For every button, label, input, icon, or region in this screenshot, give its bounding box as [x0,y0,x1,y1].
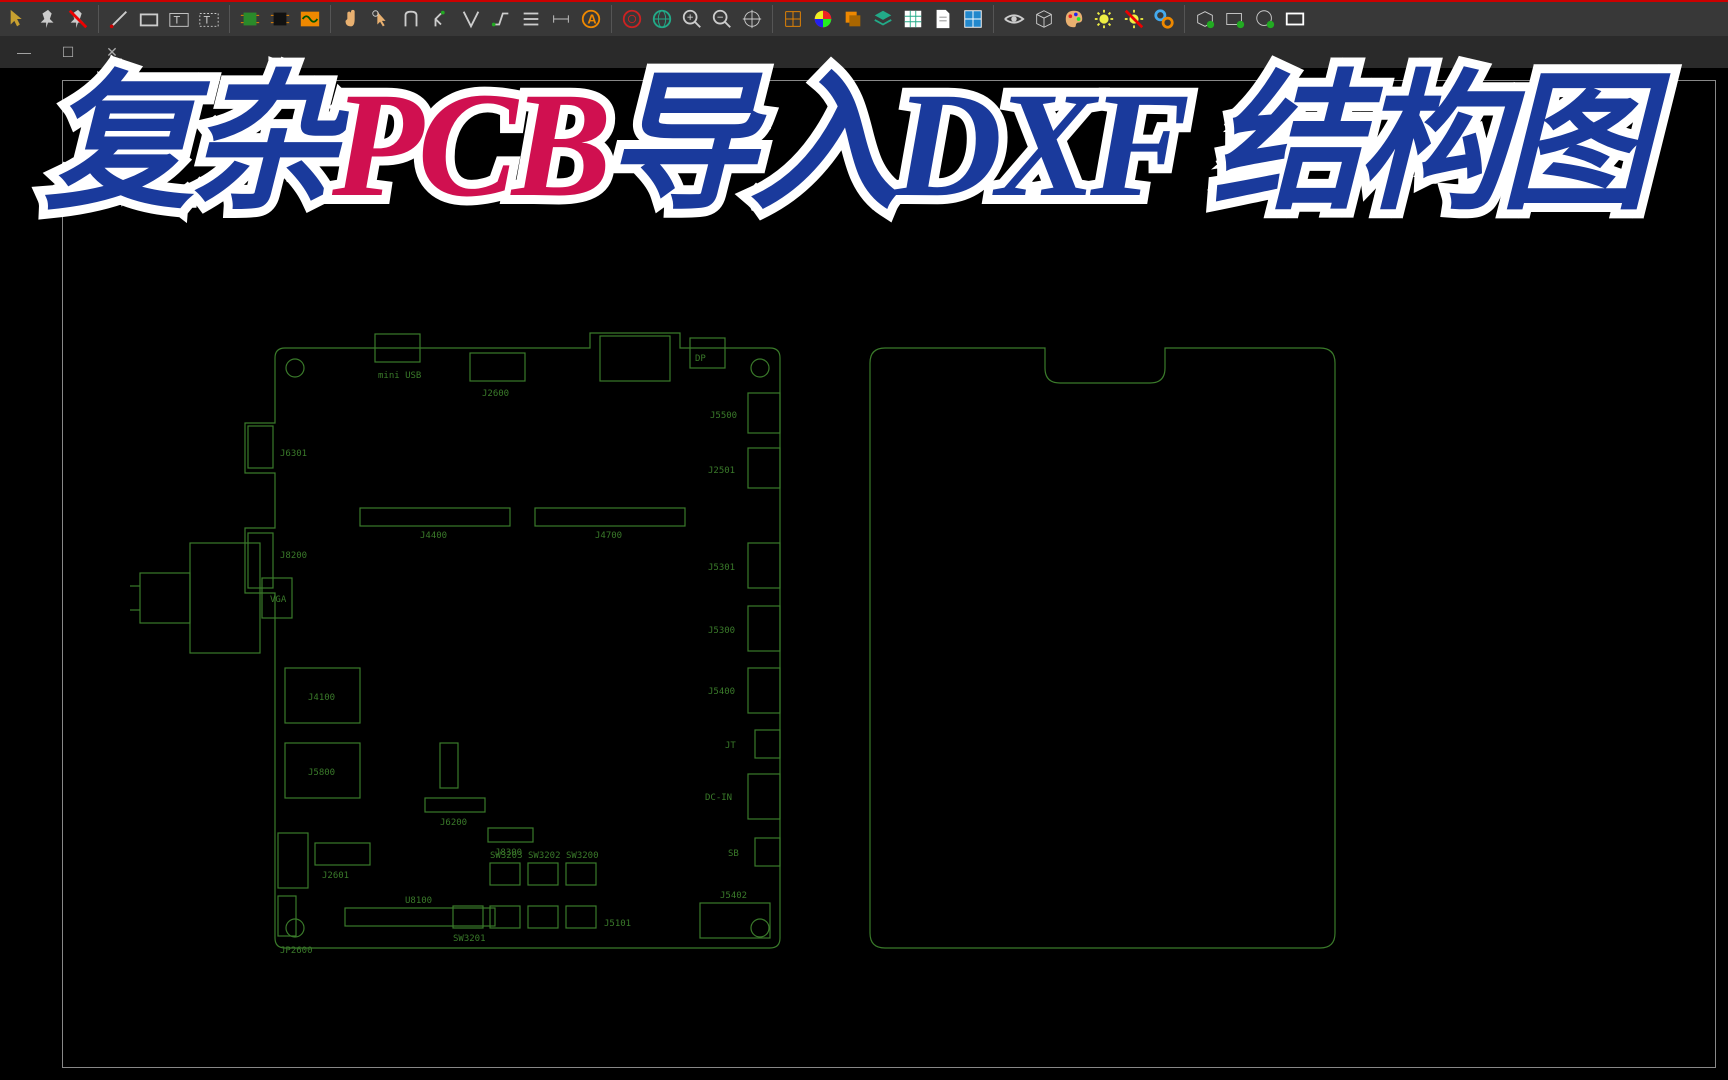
close-icon[interactable]: ✕ [100,40,124,64]
svg-text:DC-IN: DC-IN [705,793,732,803]
svg-text:SW3202: SW3202 [528,851,561,861]
title-part-2: PCB [332,70,606,220]
svg-text:J5301: J5301 [708,563,735,573]
layer-copy-icon[interactable] [839,5,867,33]
pointer-icon[interactable] [4,5,32,33]
title-overlay: 复杂 PCB 导入DXF 结构图 [44,70,1728,220]
svg-text:J5402: J5402 [720,891,747,901]
svg-text:J2600: J2600 [482,389,509,399]
svg-text:DP: DP [695,354,706,364]
wave-icon[interactable] [296,5,324,33]
svg-text:J5300: J5300 [708,626,735,636]
svg-text:SW3203: SW3203 [490,851,523,861]
svg-text:J5500: J5500 [710,411,737,421]
branch-icon[interactable] [427,5,455,33]
document-icon[interactable] [929,5,957,33]
svg-text:JP2600: JP2600 [280,946,313,956]
svg-text:J6200: J6200 [440,818,467,828]
svg-text:JT: JT [725,741,736,751]
svg-text:J5800: J5800 [308,768,335,778]
main-toolbar: T T A [0,0,1728,36]
minimize-icon[interactable]: — [12,40,36,64]
inspect-icon[interactable] [959,5,987,33]
color-wheel-icon[interactable] [809,5,837,33]
svg-text:J4400: J4400 [420,531,447,541]
zoom-out-icon[interactable] [708,5,736,33]
shape-add-icon[interactable] [1191,5,1219,33]
svg-text:J4700: J4700 [595,531,622,541]
trace-icon[interactable] [487,5,515,33]
text-box-icon[interactable]: T [165,5,193,33]
svg-text:SW3200: SW3200 [566,851,599,861]
pointer-click-icon[interactable] [367,5,395,33]
title-part-1: 复杂 [44,70,332,220]
cube-icon[interactable] [1030,5,1058,33]
brightness-off-icon[interactable] [1120,5,1148,33]
svg-text:J5400: J5400 [708,687,735,697]
eye-icon[interactable] [1000,5,1028,33]
svg-text:U8100: U8100 [405,896,432,906]
globe-icon[interactable] [648,5,676,33]
brightness-icon[interactable] [1090,5,1118,33]
distance-icon[interactable] [547,5,575,33]
chip-green-icon[interactable] [236,5,264,33]
maximize-icon[interactable]: ☐ [56,40,80,64]
v-shape-icon[interactable] [457,5,485,33]
grid-icon[interactable] [779,5,807,33]
rect-add-icon[interactable] [1221,5,1249,33]
unpin-icon[interactable] [64,5,92,33]
zoom-fit-icon[interactable] [678,5,706,33]
title-part-4: 结构图 [1212,70,1644,220]
svg-text:J5101: J5101 [604,919,631,929]
svg-text:J4100: J4100 [308,693,335,703]
line-tool-icon[interactable] [105,5,133,33]
svg-text:VGA: VGA [270,595,287,605]
svg-text:SB: SB [728,849,739,859]
link-icon[interactable] [1150,5,1178,33]
svg-text:T: T [204,15,211,27]
layers-icon[interactable] [517,5,545,33]
title-part-3: 导入DXF [606,70,1184,220]
palette-icon[interactable] [1060,5,1088,33]
svg-text:SW3201: SW3201 [453,934,486,944]
rect-white-icon[interactable] [1281,5,1309,33]
hand-icon[interactable] [337,5,365,33]
svg-text:J8200: J8200 [280,551,307,561]
target-a-icon[interactable]: A [577,5,605,33]
rect-tool-icon[interactable] [135,5,163,33]
circle-target-icon[interactable] [618,5,646,33]
svg-text:T: T [174,15,181,27]
layer-stack-icon[interactable] [869,5,897,33]
svg-text:J2501: J2501 [708,466,735,476]
crosshair-icon[interactable] [738,5,766,33]
pcb-drawing: mini USB J2600 DP J6301 J8200 VGA J4400 … [130,298,1390,998]
spreadsheet-icon[interactable] [899,5,927,33]
text-outline-icon[interactable]: T [195,5,223,33]
svg-text:J6301: J6301 [280,449,307,459]
svg-text:mini USB: mini USB [378,371,421,381]
uturn-icon[interactable] [397,5,425,33]
svg-text:A: A [587,12,596,27]
chip-black-icon[interactable] [266,5,294,33]
circle-add-icon[interactable] [1251,5,1279,33]
pin-icon[interactable] [34,5,62,33]
svg-text:J2601: J2601 [322,871,349,881]
